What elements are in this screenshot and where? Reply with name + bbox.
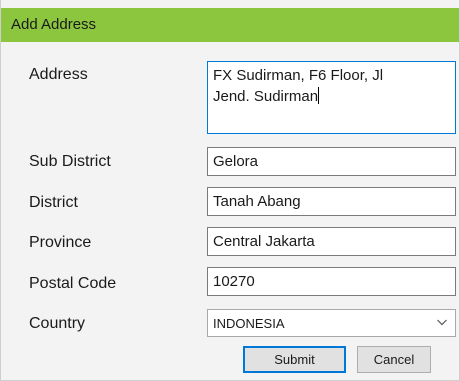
postal-code-label: Postal Code [29,275,117,292]
chevron-down-icon [437,319,447,326]
address-line-2: Jend. Sudirman [213,88,319,105]
text-caret [318,87,320,104]
district-input[interactable] [207,187,456,216]
address-label: Address [29,66,88,83]
country-selected-value: INDONESIA [213,316,285,331]
province-input[interactable] [207,227,456,256]
submit-button[interactable]: Submit [243,346,346,373]
country-select[interactable]: INDONESIA [207,309,456,337]
postal-code-input[interactable] [207,267,456,296]
address-textarea[interactable]: FX Sudirman, F6 Floor, Jl Jend. Sudirman [207,61,456,134]
country-label: Country [29,315,86,332]
dialog-title: Add Address [11,16,97,33]
cancel-button[interactable]: Cancel [357,346,431,373]
district-label: District [29,194,78,211]
province-label: Province [29,234,92,251]
address-line-1: FX Sudirman, F6 Floor, Jl [213,67,384,84]
sub-district-label: Sub District [29,153,111,170]
sub-district-input[interactable] [207,147,456,176]
title-bar: Add Address [1,8,459,42]
add-address-dialog: Add Address Address FX Sudirman, F6 Floo… [0,0,460,381]
